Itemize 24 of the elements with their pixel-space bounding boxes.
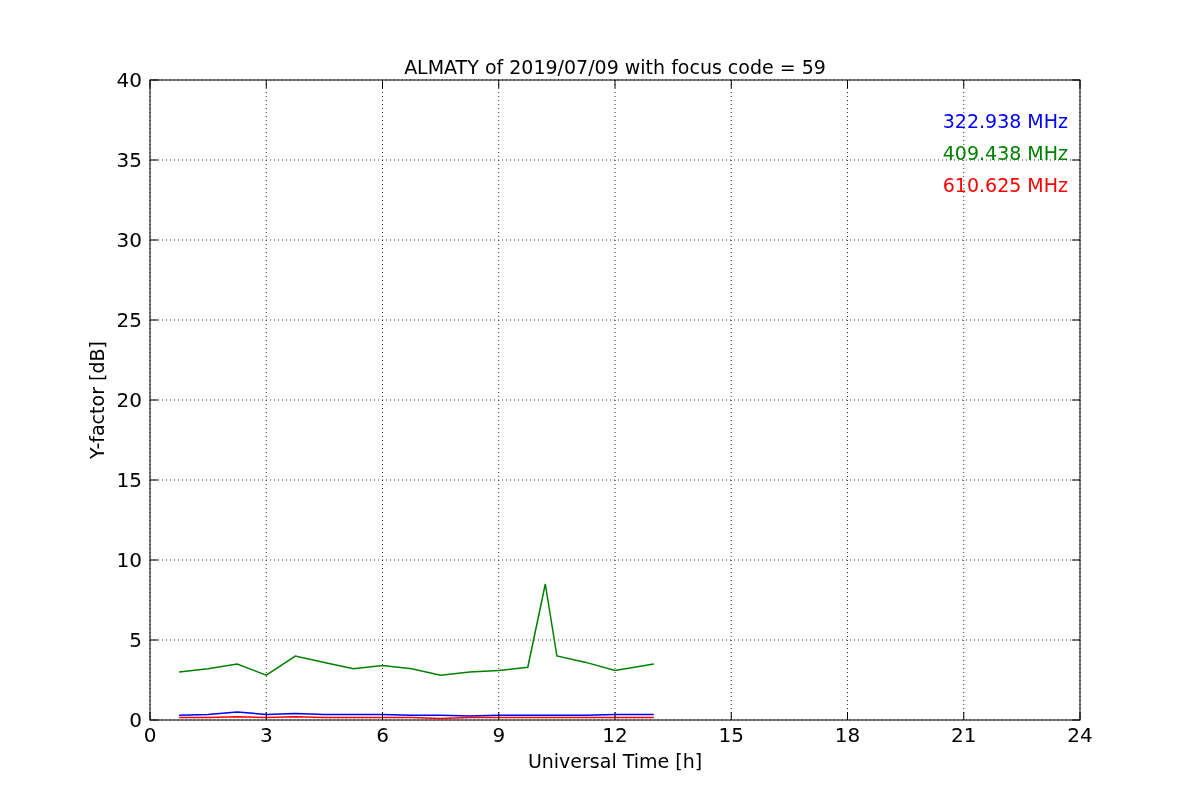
y-tick-label: 20: [116, 388, 142, 412]
chart-title: ALMATY of 2019/07/09 with focus code = 59: [404, 56, 826, 78]
y-tick-label: 15: [116, 468, 142, 492]
y-tick-label: 0: [129, 708, 142, 732]
legend-label: 610.625 MHz: [942, 174, 1068, 196]
x-axis-label: Universal Time [h]: [527, 750, 703, 772]
y-axis-label: Y-factor [dB]: [86, 341, 108, 459]
x-tick-label: 12: [602, 723, 628, 747]
y-tick-label: 30: [116, 228, 142, 252]
x-tick-label: 24: [1067, 723, 1093, 747]
x-tick-label: 15: [718, 723, 744, 747]
y-tick-label: 35: [116, 148, 142, 172]
legend-label: 409.438 MHz: [942, 142, 1068, 164]
y-tick-label: 5: [129, 628, 142, 652]
y-tick-label: 25: [116, 308, 142, 332]
x-tick-label: 9: [492, 723, 506, 747]
y-tick-label: 10: [116, 548, 142, 572]
x-tick-label: 18: [834, 723, 861, 747]
x-tick-label: 21: [951, 723, 977, 747]
x-tick-label: 0: [143, 723, 157, 747]
legend-label: 322.938 MHz: [942, 110, 1068, 132]
y-tick-label: 40: [116, 68, 142, 92]
x-tick-label: 3: [259, 723, 273, 747]
x-tick-label: 6: [376, 723, 389, 747]
